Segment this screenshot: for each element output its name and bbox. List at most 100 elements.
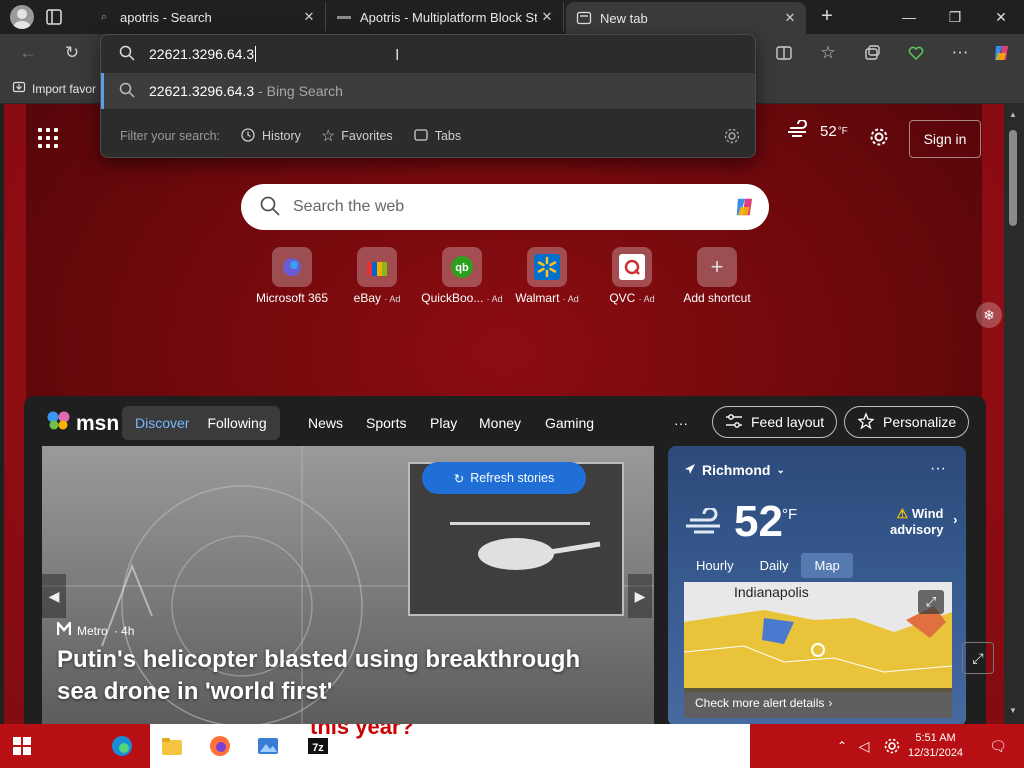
advisory-line-2: advisory — [890, 522, 944, 537]
photos-app-icon[interactable] — [256, 734, 280, 758]
suggestion-query: 22621.3296.64.3 — [149, 83, 255, 99]
refresh-stories-button[interactable]: ↻ Refresh stories — [422, 462, 586, 494]
ebay-bag-icon — [357, 247, 397, 287]
ad-badge: · Ad — [384, 294, 401, 304]
alert-details-link[interactable]: Check more alert details › — [684, 688, 952, 718]
weather-location[interactable]: Richmond ⌄ — [684, 462, 785, 478]
nav-gaming[interactable]: Gaming — [545, 415, 594, 431]
taskbar-wallpaper: this year? — [150, 724, 750, 768]
tab-map[interactable]: Map — [801, 552, 853, 578]
more-nav-button[interactable]: ··· — [674, 415, 688, 431]
weather-alert-map[interactable]: Indianapolis ⤢ Check more alert details … — [684, 582, 952, 718]
edge-browser-icon[interactable] — [110, 734, 134, 758]
app-launcher-icon[interactable] — [38, 128, 58, 148]
close-tab-icon[interactable]: ✕ — [299, 7, 319, 27]
settings-more-icon[interactable]: ⋯ — [946, 40, 974, 66]
tab-apotris-search[interactable]: ⌕ apotris - Search ✕ — [86, 2, 326, 32]
microsoft-365-icon — [272, 247, 312, 287]
profile-avatar[interactable] — [10, 5, 34, 29]
weather-more-button[interactable]: ··· — [930, 460, 946, 478]
minimize-button[interactable]: — — [886, 0, 932, 34]
previous-story-button[interactable]: ◀ — [42, 574, 66, 618]
scroll-up-arrow-icon[interactable]: ▲ — [1009, 110, 1017, 119]
tab-apotris-site[interactable]: Apotris - Multiplatform Block Stac ✕ — [326, 2, 564, 32]
wind-advisory-link[interactable]: ⚠ Wind advisory › — [890, 506, 957, 538]
feed-layout-button[interactable]: Feed layout — [712, 406, 838, 438]
close-tab-icon[interactable]: ✕ — [780, 8, 800, 28]
personalize-button[interactable]: Personalize — [844, 406, 970, 438]
expand-map-icon[interactable]: ⤢ — [918, 590, 944, 614]
new-tab-favicon-icon — [576, 10, 592, 26]
search-suggestion[interactable]: 22621.3296.64.3 - Bing Search — [101, 73, 755, 109]
filter-tabs[interactable]: Tabs — [413, 127, 461, 146]
svg-text:qb: qb — [455, 262, 469, 274]
tab-actions-icon[interactable] — [44, 7, 64, 27]
background-effect-icon[interactable]: ❄ — [976, 302, 1002, 328]
search-placeholder: Search the web — [293, 198, 405, 215]
fullscreen-expand-button[interactable]: ⤢ — [962, 642, 994, 674]
search-filters: Filter your search: History ☆ Favorites … — [101, 121, 755, 151]
tab-hourly[interactable]: Hourly — [683, 553, 747, 578]
tab-new-tab[interactable]: New tab ✕ — [566, 2, 806, 34]
restore-button[interactable]: ❐ — [932, 0, 978, 34]
weather-widget[interactable]: 52 °F — [786, 119, 848, 143]
shortcut-ebay[interactable]: eBay · Ad — [334, 247, 420, 305]
firefox-icon[interactable] — [208, 734, 232, 758]
shortcut-qvc[interactable]: QVC · Ad — [589, 247, 675, 305]
search-settings-icon[interactable] — [723, 127, 741, 145]
close-tab-icon[interactable]: ✕ — [537, 7, 557, 27]
collections-icon[interactable] — [858, 40, 886, 66]
address-input[interactable]: 22621.3296.64.3 I — [101, 35, 755, 73]
shortcut-walmart[interactable]: Walmart · Ad — [504, 247, 590, 305]
copilot-icon[interactable] — [988, 40, 1016, 66]
story-headline[interactable]: Putin's helicopter blasted using breakth… — [57, 644, 617, 708]
new-tab-button[interactable]: + — [816, 6, 838, 28]
shortcut-quickbooks[interactable]: qb QuickBoo... · Ad — [419, 247, 505, 305]
settings-gear-icon[interactable] — [880, 734, 904, 758]
feed-layout-label: Feed layout — [751, 414, 825, 430]
nav-news[interactable]: News — [308, 415, 343, 431]
filter-history[interactable]: History — [240, 127, 301, 146]
system-clock[interactable]: 5:51 AM 12/31/2024 — [908, 731, 963, 761]
header-temperature: 52 — [820, 123, 837, 140]
notifications-icon[interactable]: 🗨 — [986, 734, 1010, 758]
import-favorites-link[interactable]: Import favor — [12, 80, 96, 97]
refresh-button[interactable]: ↻ — [58, 40, 86, 66]
text-cursor-icon: I — [395, 47, 400, 64]
7zip-icon[interactable]: 7z — [306, 734, 330, 758]
nav-sports[interactable]: Sports — [366, 415, 406, 431]
file-explorer-icon[interactable] — [160, 734, 184, 758]
page-scrollbar[interactable]: ▲ ▼ — [1004, 104, 1024, 724]
add-shortcut-button[interactable]: + Add shortcut — [674, 247, 760, 305]
tab-discover[interactable]: Discover — [126, 409, 198, 437]
weather-temperature: 52 — [734, 497, 783, 546]
web-search-box[interactable]: Search the web — [241, 184, 769, 230]
nav-money[interactable]: Money — [479, 415, 521, 431]
split-screen-icon[interactable] — [770, 40, 798, 66]
volume-icon[interactable]: ◁ — [852, 734, 876, 758]
cloud-wind-icon — [786, 119, 812, 143]
copilot-icon[interactable] — [731, 194, 759, 223]
shortcut-label: eBay — [353, 291, 381, 305]
filter-favorites[interactable]: ☆ Favorites — [321, 126, 393, 146]
scrollbar-thumb[interactable] — [1009, 130, 1017, 226]
network-icon[interactable]: ⌃ — [830, 734, 854, 758]
next-story-button[interactable]: ▶ — [628, 574, 652, 618]
tab-title: New tab — [600, 10, 648, 26]
msn-logo[interactable]: msn — [46, 410, 119, 438]
browser-essentials-icon[interactable] — [902, 40, 930, 66]
start-windows-icon[interactable] — [10, 734, 34, 758]
close-window-button[interactable]: ✕ — [978, 0, 1024, 34]
tab-daily[interactable]: Daily — [747, 553, 802, 578]
shortcut-microsoft-365[interactable]: Microsoft 365 — [249, 247, 335, 305]
hero-story-card[interactable]: ↻ Refresh stories ◀ ▶ Metro · 4h Putin's… — [42, 446, 654, 724]
sign-in-button[interactable]: Sign in — [909, 120, 981, 158]
page-settings-icon[interactable] — [868, 126, 890, 148]
scroll-down-arrow-icon[interactable]: ▼ — [1009, 706, 1017, 715]
tab-following[interactable]: Following — [198, 409, 275, 437]
favorites-star-icon[interactable]: ☆ — [814, 40, 842, 66]
back-button[interactable]: ← — [14, 40, 42, 66]
nav-play[interactable]: Play — [430, 415, 457, 431]
clock-time: 5:51 AM — [915, 732, 956, 744]
suggestion-source: - Bing Search — [258, 83, 343, 99]
